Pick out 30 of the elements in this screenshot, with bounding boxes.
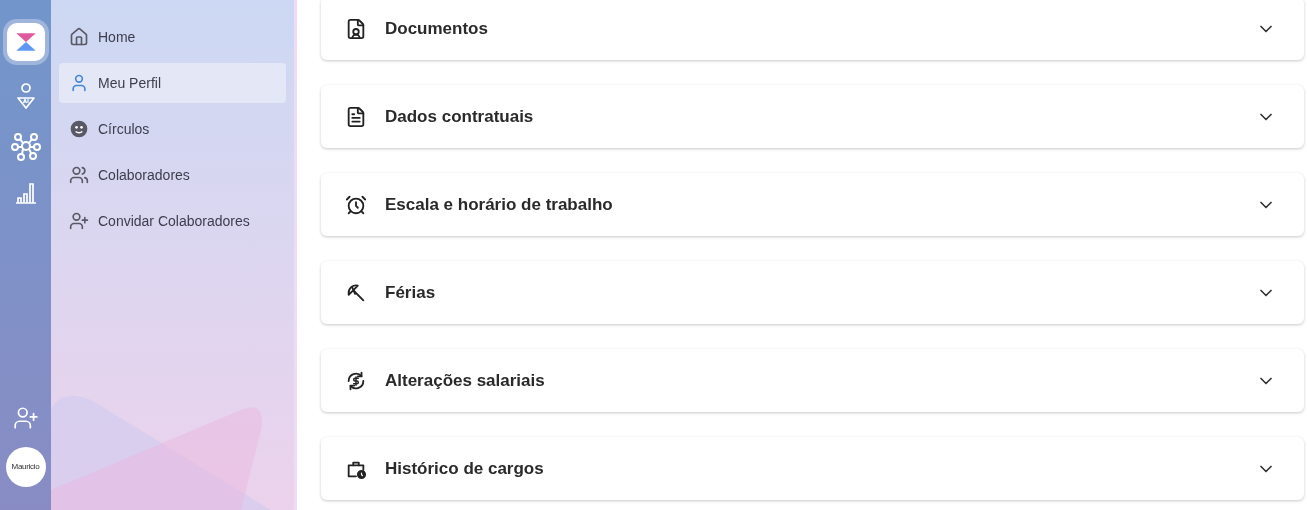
document-user-icon bbox=[345, 17, 367, 40]
section-title: Documentos bbox=[385, 17, 488, 40]
accordion-section[interactable]: Dados contratuais bbox=[321, 85, 1304, 148]
document-icon bbox=[345, 105, 367, 128]
sidebar-item[interactable]: Home bbox=[59, 17, 286, 57]
alarm-clock-icon bbox=[345, 193, 367, 216]
user-plus-icon bbox=[69, 211, 89, 231]
dollar-cycle-icon bbox=[345, 369, 367, 392]
bar-chart-icon[interactable] bbox=[13, 181, 38, 205]
network-icon[interactable] bbox=[10, 131, 41, 161]
users-icon bbox=[69, 165, 89, 185]
house-icon bbox=[69, 27, 89, 47]
section-title: Férias bbox=[385, 281, 436, 304]
sidebar-item[interactable]: Meu Perfil bbox=[59, 63, 286, 103]
face-icon bbox=[69, 119, 89, 139]
accordion-section[interactable]: Documentos bbox=[321, 0, 1304, 60]
sidebar-item[interactable]: Círculos bbox=[59, 109, 286, 149]
accordion-section[interactable]: Férias bbox=[321, 261, 1304, 324]
accordion-section[interactable]: Escala e horário de trabalho bbox=[321, 173, 1304, 236]
section-title: Histórico de cargos bbox=[385, 457, 544, 480]
section-title: Alterações salariais bbox=[385, 369, 545, 392]
user-icon bbox=[69, 73, 89, 93]
section-title: Dados contratuais bbox=[385, 105, 534, 128]
sidebar-item[interactable]: Colaboradores bbox=[59, 155, 286, 195]
accordion-section[interactable]: Alterações salariais bbox=[321, 349, 1304, 412]
user-plus-icon[interactable] bbox=[12, 405, 39, 431]
section-title: Escala e horário de trabalho bbox=[385, 193, 613, 216]
user-avatar[interactable]: Mauricio bbox=[5, 447, 46, 487]
accordion-section[interactable]: Histórico de cargos bbox=[321, 437, 1304, 500]
sidebar-item[interactable]: Convidar Colaboradores bbox=[59, 201, 286, 241]
